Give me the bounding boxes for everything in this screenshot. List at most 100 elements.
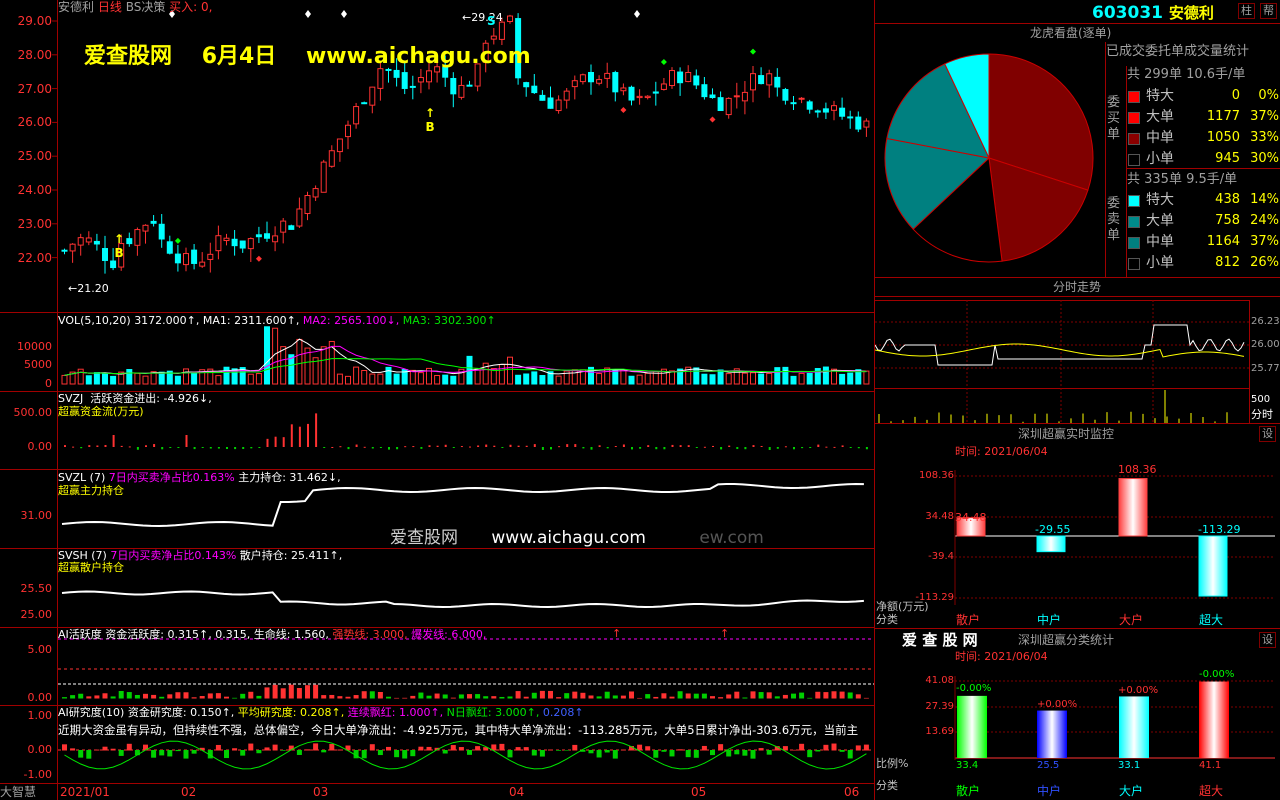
research-bar — [402, 750, 408, 759]
ai-tick-0: 0.00 — [27, 691, 53, 704]
monitor-y-tick: 34.48 — [925, 511, 954, 522]
fund-flow-bar — [169, 447, 172, 448]
legend-swatch — [1128, 154, 1140, 166]
research-bar — [523, 747, 529, 751]
candle-body — [85, 237, 92, 243]
volume-bar — [93, 372, 100, 385]
fund-flow-bar — [550, 447, 552, 450]
candle-body — [741, 91, 748, 102]
buy-signal[interactable]: ↑ B — [114, 232, 124, 260]
fund-flow-bar — [104, 444, 107, 447]
activity-bar — [353, 695, 359, 699]
candle-body — [183, 253, 189, 266]
fund-flow-bar — [695, 447, 698, 448]
stock-title: 603031 安德利 — [1092, 3, 1214, 23]
research-bar — [669, 750, 675, 757]
legend-swatch — [1128, 133, 1140, 145]
activity-bar — [782, 694, 788, 699]
candle-body — [312, 188, 319, 198]
candle-body — [77, 237, 84, 246]
candle-body — [466, 84, 473, 87]
monitor-y-tick: -39.4 — [928, 551, 954, 562]
research-bar — [661, 750, 667, 752]
volume-bar — [345, 375, 351, 385]
center-watermark-url: www.aichagu.com — [491, 528, 646, 548]
candle-body — [507, 15, 513, 22]
volume-bar — [758, 373, 765, 385]
class-settings-button[interactable]: 设 — [1259, 632, 1276, 648]
candle-body — [814, 110, 821, 113]
x-label-mar: 03 — [313, 785, 329, 799]
volume-bar — [604, 367, 611, 385]
tab-help[interactable]: 帮 — [1260, 3, 1277, 19]
activity-bar — [734, 691, 740, 699]
activity-bar — [604, 691, 610, 699]
row-count: 1177 — [1206, 109, 1240, 124]
fund-flow-bar — [493, 445, 496, 447]
class-value-label: 25.5 — [1037, 760, 1060, 771]
volume-bar — [741, 372, 748, 385]
fund-flow-bar — [128, 446, 131, 448]
research-bar — [175, 750, 181, 752]
monitor-bar — [1036, 535, 1066, 553]
class-bar — [1037, 710, 1067, 758]
monitor-category: 散户 — [956, 613, 981, 627]
tab-column[interactable]: 柱 — [1238, 3, 1255, 19]
activity-bar — [296, 688, 302, 699]
svzl-header: SVZL (7) 7日内买卖净占比0.163% 主力持仓: 31.462↓, — [58, 471, 341, 485]
ai-active-a4: 强势线: — [332, 628, 370, 641]
research-bar — [410, 750, 416, 757]
buy-signal-2[interactable]: ↑ B — [425, 106, 435, 134]
research-bar — [102, 746, 108, 751]
row-count: 1164 — [1206, 234, 1240, 249]
fund-flow-bar — [752, 445, 755, 447]
fund-flow-bar — [363, 446, 366, 448]
activity-bar — [677, 691, 683, 699]
monitor-settings-button[interactable]: 设 — [1259, 426, 1276, 442]
research-bar — [515, 747, 521, 751]
class-bar — [1119, 696, 1149, 758]
activity-bar — [450, 697, 456, 699]
candle-body — [361, 102, 368, 105]
monitor-value-label: -113.29 — [1198, 523, 1241, 536]
candle-body — [596, 79, 603, 84]
period-label[interactable]: 日线 — [98, 0, 122, 14]
research-bar — [742, 750, 748, 756]
fund-flow-bar — [452, 447, 455, 448]
activity-bar — [507, 696, 513, 699]
research-bar — [248, 743, 254, 751]
volume-bar — [264, 326, 270, 385]
monitor-category: 中户 — [1037, 613, 1062, 627]
candle-body — [166, 241, 173, 254]
research-bar — [321, 750, 327, 753]
research-bar — [467, 750, 472, 755]
volume-bar — [191, 371, 198, 385]
volume-bar — [223, 366, 230, 385]
fund-flow-bar — [784, 446, 787, 448]
fund-flow-bar — [776, 447, 779, 449]
fund-flow-bar — [671, 444, 674, 447]
activity-bar — [159, 696, 165, 699]
svsh-sub-label: 散户持仓: — [239, 549, 288, 562]
activity-bar — [653, 696, 659, 699]
fund-flow-bar — [501, 447, 504, 448]
row-name: 中单 — [1146, 130, 1174, 146]
fund-flow-bar — [517, 445, 520, 447]
sell-signal[interactable]: S — [487, 14, 496, 28]
ma3-value: 3302.300↑ — [434, 314, 496, 327]
fund-flow-bar — [112, 435, 115, 447]
volume-bar — [434, 375, 441, 385]
activity-bar — [361, 691, 367, 699]
row-name: 中单 — [1146, 234, 1174, 250]
volume-bar — [385, 366, 392, 385]
volume-bar — [442, 374, 449, 385]
main-y-tick: 24.00 — [17, 183, 52, 197]
svsh-tick-25-5: 25.50 — [20, 582, 53, 595]
candle-body — [377, 68, 384, 89]
fund-flow-bar — [574, 444, 577, 447]
candle-body — [336, 138, 343, 153]
research-bar — [337, 749, 343, 751]
candle-body — [207, 253, 214, 260]
research-bar — [791, 749, 796, 751]
research-bar — [799, 743, 805, 751]
